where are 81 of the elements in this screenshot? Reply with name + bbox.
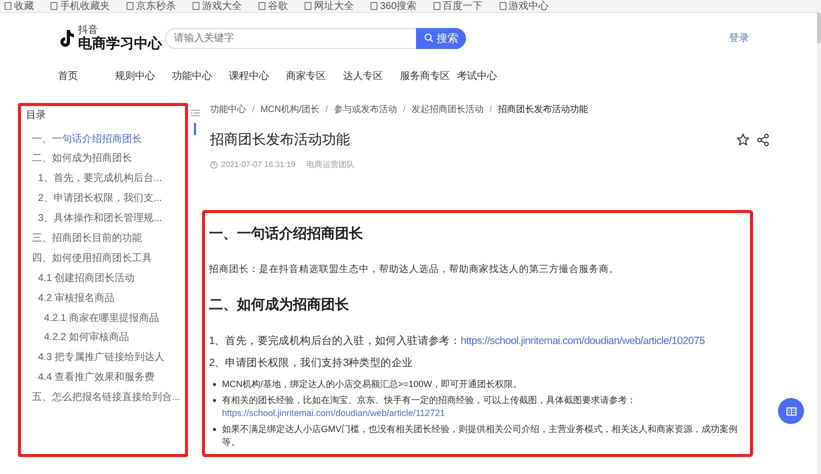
toc-item[interactable]: 二、如何成为招商团长 <box>32 153 132 164</box>
bookmark-item[interactable]: 游戏中心 <box>498 0 549 13</box>
nav-item[interactable]: 达人专区 <box>343 69 400 83</box>
toc-item[interactable]: 3、具体操作和团长管理规... <box>38 213 162 224</box>
search-button[interactable]: 搜索 <box>416 28 466 48</box>
toc-item[interactable]: 4.3 把专属推广链接给到达人 <box>38 352 165 364</box>
bullet-dot <box>213 399 216 402</box>
bullet-dot <box>213 428 216 432</box>
toc-item[interactable]: 五、怎么把报名链接直接给到合... <box>32 392 180 404</box>
nav-item[interactable]: 规则中心 <box>115 69 172 83</box>
nav-item[interactable]: 商家专区 <box>286 69 343 83</box>
star-icon[interactable] <box>736 133 750 147</box>
bookmark-item[interactable]: 百度一下 <box>432 0 483 13</box>
bookmark-item[interactable]: 收藏 <box>4 0 34 13</box>
section-heading: 一、一句话介绍招商团长 <box>209 225 364 243</box>
bookmark-item[interactable]: 京东秒杀 <box>126 0 176 13</box>
book-icon <box>786 406 796 416</box>
page-icon <box>126 2 134 10</box>
bullet-dot <box>213 383 216 386</box>
nav-item[interactable]: 考试中心 <box>457 69 514 83</box>
breadcrumb-item[interactable]: 参与或发布活动 <box>334 102 398 116</box>
scrollbar-thumb[interactable] <box>817 13 821 43</box>
section-heading: 二、如何成为招商团长 <box>209 296 350 314</box>
breadcrumb-separator: / <box>490 104 492 114</box>
paragraph: 招商团长：是在抖音精选联盟生态中，帮助达人选品，帮助商家找达人的第三方撮合服务商。 <box>209 263 620 276</box>
breadcrumb-separator: / <box>326 104 328 114</box>
toc-item[interactable]: 1、首先，要完成机构后台... <box>38 173 162 184</box>
article-title: 招商团长发布活动功能 <box>210 131 350 149</box>
active-indicator <box>194 123 196 135</box>
share-icon[interactable] <box>756 133 770 147</box>
toc-item[interactable]: 4.2.2 如何审核商品 <box>44 332 130 344</box>
page-icon <box>50 2 58 10</box>
nav-item[interactable]: 功能中心 <box>172 69 229 83</box>
toc-item[interactable]: 4.2 审核报名商品 <box>38 292 115 304</box>
page-icon <box>498 2 507 10</box>
nav-item[interactable]: 首页 <box>58 69 115 83</box>
search-icon <box>424 33 434 43</box>
toc-item[interactable]: 4.1 创建招商团长活动 <box>38 272 135 284</box>
music-note-icon <box>58 29 74 47</box>
breadcrumb-separator: / <box>252 104 255 114</box>
clock-icon <box>210 160 218 168</box>
article-link[interactable]: https://school.jinritemai.com/doudian/web/article/112721 <box>222 408 445 418</box>
bookmark-item[interactable]: 游戏大全 <box>192 0 242 13</box>
logo-caption: 抖音 <box>78 26 98 36</box>
toc-item[interactable]: 一、一句话介绍招商团长 <box>32 134 142 144</box>
toc-item[interactable]: 4.4 查看推广效果和服务费 <box>38 372 155 384</box>
page-icon <box>4 2 12 10</box>
bullet-item: 如果不满足绑定达人小店GMV门槛，也没有相关团长经验，则提供相关公司介绍，主营业务模式，相关达人和商家资源，成功案例等。 <box>222 423 739 450</box>
breadcrumb-current: 招商团长发布活动功能 <box>498 102 588 116</box>
article-link[interactable]: https://school.jinritemai.com/doudian/web/article/102075 <box>460 335 705 347</box>
page-icon <box>304 2 312 10</box>
search-field[interactable]: 请输入关键字 <box>165 28 416 48</box>
breadcrumb-item[interactable]: 发起招商团长活动 <box>412 102 484 116</box>
logo-title: 电商学习中心 <box>78 36 162 50</box>
bookmark-item[interactable]: 谷歌 <box>258 0 288 13</box>
page-icon <box>192 2 200 10</box>
breadcrumb-item[interactable]: MCN机构/团长 <box>260 102 320 116</box>
bullet-item: 有相关的团长经验，比如在淘宝、京东、快手有一定的招商经验，可以上传截图，具体截图要求请参考： https://school.jinritemai.com/doudian/web/article/112721 <box>222 394 636 420</box>
nav-item[interactable]: 服务商专区 <box>400 69 457 83</box>
breadcrumb-item[interactable]: 功能中心 <box>210 102 246 116</box>
publish-date: 2021-07-07 16:31:19 <box>221 160 296 169</box>
numbered-item: 2、申请团长权限，我们支持3种类型的企业 <box>209 356 414 370</box>
bookmark-item[interactable]: 360搜索 <box>370 0 417 13</box>
toc-title: 目录 <box>26 109 47 122</box>
numbered-item: 1、首先，要完成机构后台的入驻，如何入驻请参考：https://school.jinritemai.com/doudian/web/article/102075 <box>209 334 706 348</box>
floating-book-button[interactable] <box>778 398 804 424</box>
toc-item[interactable]: 四、如何使用招商团长工具 <box>32 252 152 264</box>
page-icon <box>258 2 266 10</box>
bookmark-item[interactable]: 网址大全 <box>304 0 354 13</box>
author-name: 电商运营团队 <box>306 159 354 170</box>
login-link[interactable]: 登录 <box>729 31 749 45</box>
toc-item[interactable]: 三、招商团长目前的功能 <box>32 232 142 244</box>
page-icon <box>370 2 378 10</box>
toc-item[interactable]: 2、申请团长权限，我们支... <box>38 193 162 204</box>
breadcrumb-separator: / <box>403 104 406 114</box>
bookmark-item[interactable]: 手机收藏夹 <box>50 0 110 13</box>
list-icon[interactable] <box>190 109 200 117</box>
bullet-item: MCN机构/基地，绑定达人的小店交易额汇总>=100W，即可开通团长权限。 <box>222 378 522 391</box>
page-icon <box>432 2 441 10</box>
toc-item[interactable]: 4.2.1 商家在哪里提报商品 <box>44 312 160 324</box>
nav-item[interactable]: 课程中心 <box>229 69 286 83</box>
